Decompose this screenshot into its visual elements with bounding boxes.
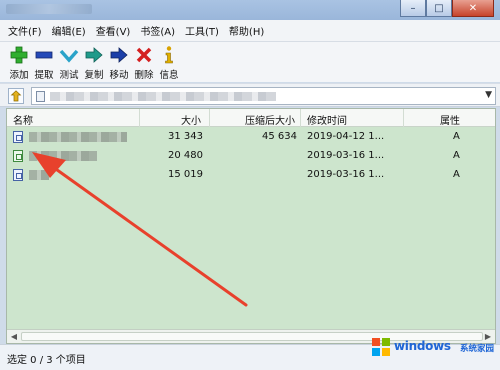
- copy-icon: [85, 47, 103, 63]
- path-text-blurred: [50, 92, 276, 101]
- file-attributes: A: [453, 150, 460, 161]
- archive-file-icon: [36, 91, 45, 102]
- maximize-button[interactable]: □: [426, 0, 452, 17]
- info-icon: [165, 46, 173, 64]
- watermark: windows 系统家园: [360, 330, 500, 370]
- test-label: 测试: [59, 70, 79, 81]
- column-header: 名称 大小 压缩后大小 修改时间 属性: [7, 109, 495, 127]
- windows-logo-icon: [372, 338, 390, 356]
- file-list: 名称 大小 压缩后大小 修改时间 属性 31 343 45 634 2019-0…: [6, 108, 496, 344]
- column-modified[interactable]: 修改时间: [307, 112, 347, 127]
- file-packed-size: 45 634: [262, 131, 297, 142]
- watermark-suffix: 系统家园: [460, 344, 495, 354]
- info-button[interactable]: 信息: [156, 42, 182, 81]
- file-icon: [13, 131, 23, 143]
- status-text: 选定 0 / 3 个项目: [7, 355, 86, 366]
- toolbar: 添加 提取 测试 复制 移动 删除 信息: [0, 42, 500, 82]
- file-size: 20 480: [168, 150, 203, 161]
- title-bar: – □ ✕: [0, 0, 500, 20]
- add-label: 添加: [9, 70, 29, 81]
- file-name-blurred: [29, 170, 49, 180]
- add-icon: [10, 46, 28, 64]
- delete-label: 删除: [134, 70, 154, 81]
- extract-icon: [35, 51, 53, 59]
- window-title-blurred: [6, 4, 92, 14]
- file-size: 31 343: [168, 131, 203, 142]
- up-folder-icon[interactable]: [8, 88, 24, 104]
- file-modified: 2019-03-16 1...: [307, 169, 385, 180]
- file-modified: 2019-04-12 1...: [307, 131, 385, 142]
- delete-button[interactable]: 删除: [131, 42, 157, 81]
- file-name-blurred: [29, 151, 97, 161]
- window-controls: – □ ✕: [400, 0, 494, 17]
- file-attributes: A: [453, 169, 460, 180]
- menu-edit[interactable]: 编辑(E): [52, 23, 86, 38]
- file-icon: [13, 169, 23, 181]
- column-packed-size[interactable]: 压缩后大小: [245, 112, 295, 127]
- add-button[interactable]: 添加: [6, 42, 32, 81]
- table-row[interactable]: 15 019 2019-03-16 1... A: [7, 166, 495, 185]
- column-attributes[interactable]: 属性: [440, 112, 460, 127]
- table-row[interactable]: 31 343 45 634 2019-04-12 1... A: [7, 128, 495, 147]
- address-bar: ▼: [0, 83, 500, 107]
- column-name[interactable]: 名称: [13, 112, 33, 127]
- extract-button[interactable]: 提取: [31, 42, 57, 81]
- file-icon: [13, 150, 23, 162]
- file-attributes: A: [453, 131, 460, 142]
- file-name-blurred: [29, 132, 127, 142]
- scroll-left-icon[interactable]: ◀: [8, 331, 20, 342]
- menu-help[interactable]: 帮助(H): [229, 23, 264, 38]
- table-row[interactable]: 20 480 2019-03-16 1... A: [7, 147, 495, 166]
- file-size: 15 019: [168, 169, 203, 180]
- copy-button[interactable]: 复制: [81, 42, 107, 81]
- info-label: 信息: [159, 70, 179, 81]
- menu-view[interactable]: 查看(V): [96, 23, 131, 38]
- path-input[interactable]: ▼: [31, 87, 496, 105]
- menu-tools[interactable]: 工具(T): [185, 23, 219, 38]
- move-icon: [110, 47, 128, 63]
- move-label: 移动: [109, 70, 129, 81]
- test-icon: [59, 49, 79, 63]
- test-button[interactable]: 测试: [56, 42, 82, 81]
- menu-bookmarks[interactable]: 书签(A): [140, 23, 175, 38]
- menu-bar: 文件(F) 编辑(E) 查看(V) 书签(A) 工具(T) 帮助(H): [0, 20, 500, 42]
- file-modified: 2019-03-16 1...: [307, 150, 385, 161]
- watermark-brand: windows: [394, 339, 451, 353]
- close-button[interactable]: ✕: [452, 0, 494, 17]
- menu-file[interactable]: 文件(F): [8, 23, 42, 38]
- minimize-button[interactable]: –: [400, 0, 426, 17]
- extract-label: 提取: [34, 70, 54, 81]
- path-dropdown-icon[interactable]: ▼: [485, 90, 492, 100]
- column-size[interactable]: 大小: [181, 112, 201, 127]
- delete-icon: [136, 47, 152, 63]
- move-button[interactable]: 移动: [106, 42, 132, 81]
- copy-label: 复制: [84, 70, 104, 81]
